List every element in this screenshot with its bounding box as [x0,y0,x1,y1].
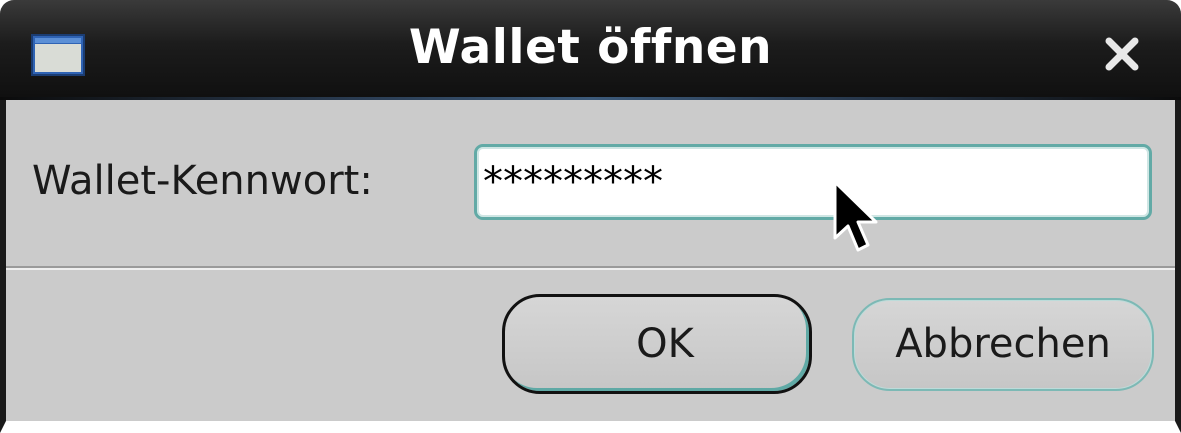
password-label: Wallet-Kennwort: [32,158,373,204]
window-title: Wallet öffnen [408,20,773,75]
separator [6,266,1175,270]
cancel-button[interactable]: Abbrechen [852,298,1154,391]
title-bar[interactable]: Wallet öffnen [0,0,1181,100]
password-input[interactable]: ********* [474,144,1152,220]
close-icon[interactable] [1100,32,1144,76]
dialog-body: Wallet-Kennwort: ********* OK Abbrechen [0,100,1181,433]
ok-button[interactable]: OK [502,294,812,394]
dialog-window: Wallet öffnen Wallet-Kennwort: *********… [0,0,1181,433]
